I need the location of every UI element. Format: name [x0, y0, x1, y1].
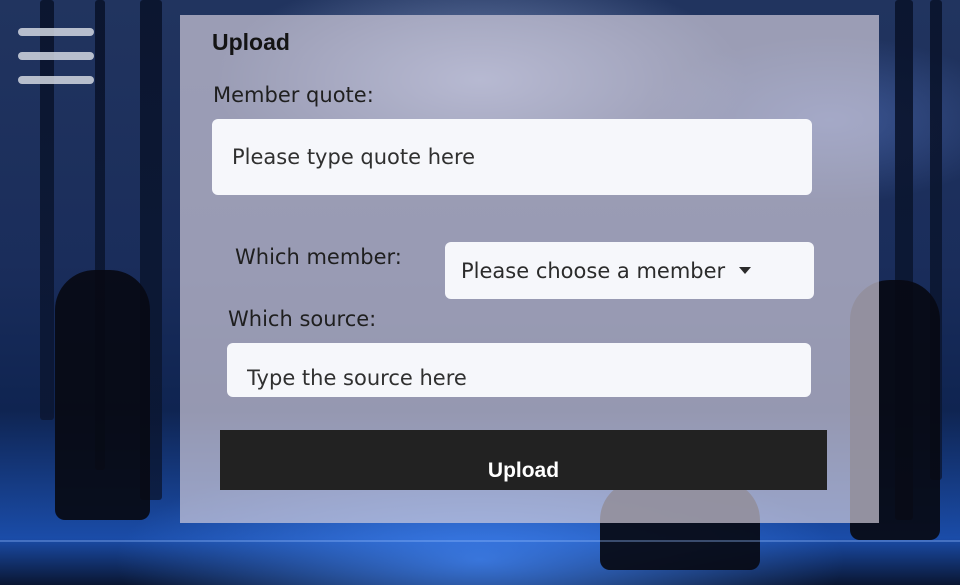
stage-floor-line: [0, 540, 960, 542]
menu-bar: [18, 28, 94, 36]
member-select-value: Please choose a member: [461, 258, 726, 283]
menu-bar: [18, 76, 94, 84]
quote-input[interactable]: [212, 119, 812, 195]
dancer-silhouette: [55, 270, 150, 520]
source-input[interactable]: [227, 343, 811, 397]
source-label: Which source:: [228, 307, 377, 331]
screen: Upload Member quote: Which member: Pleas…: [0, 0, 960, 585]
caret-down-icon: [739, 267, 752, 274]
menu-bar: [18, 52, 94, 60]
member-label: Which member:: [235, 245, 402, 269]
upload-panel: Upload Member quote: Which member: Pleas…: [180, 15, 879, 523]
panel-title: Upload: [212, 29, 290, 55]
quote-label: Member quote:: [213, 83, 374, 107]
upload-button[interactable]: Upload: [220, 430, 827, 490]
member-select[interactable]: Please choose a member: [445, 242, 814, 299]
hamburger-menu-icon[interactable]: [18, 28, 96, 86]
